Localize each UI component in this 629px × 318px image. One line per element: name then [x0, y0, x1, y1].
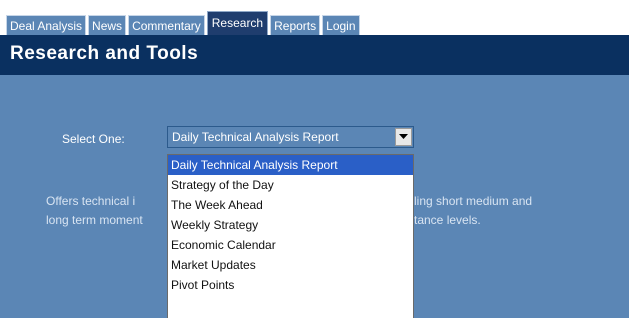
- select-value: Daily Technical Analysis Report: [172, 130, 339, 144]
- report-select[interactable]: Daily Technical Analysis Report: [167, 126, 414, 148]
- tab-login[interactable]: Login: [322, 15, 360, 35]
- option-weekly-strategy[interactable]: Weekly Strategy: [168, 215, 413, 235]
- dropdown-button[interactable]: [395, 128, 412, 146]
- dropdown-list: Daily Technical Analysis Report Strategy…: [167, 154, 414, 318]
- description-line-2-right: tance levels.: [414, 213, 481, 227]
- select-label: Select One:: [62, 132, 125, 146]
- tab-research[interactable]: Research: [206, 11, 269, 35]
- option-market-updates[interactable]: Market Updates: [168, 255, 413, 275]
- description-line-2-left: long term moment: [46, 213, 143, 227]
- tab-list: Deal Analysis News Commentary Research R…: [6, 11, 360, 35]
- tab-deal-analysis[interactable]: Deal Analysis: [6, 15, 87, 35]
- option-daily-technical-analysis-report[interactable]: Daily Technical Analysis Report: [168, 155, 413, 175]
- page-title: Research and Tools: [10, 43, 199, 64]
- description-line-1-right: ling short medium and: [414, 194, 533, 208]
- option-pivot-points[interactable]: Pivot Points: [168, 275, 413, 295]
- option-the-week-ahead[interactable]: The Week Ahead: [168, 195, 413, 215]
- option-strategy-of-the-day[interactable]: Strategy of the Day: [168, 175, 413, 195]
- tab-bar: Deal Analysis News Commentary Research R…: [0, 0, 629, 35]
- tab-news[interactable]: News: [88, 15, 127, 35]
- option-economic-calendar[interactable]: Economic Calendar: [168, 235, 413, 255]
- description-line-1-left: Offers technical i: [46, 194, 136, 208]
- page-header: Research and Tools: [0, 35, 629, 75]
- chevron-down-icon: [399, 134, 408, 139]
- tab-reports[interactable]: Reports: [270, 15, 321, 35]
- tab-commentary[interactable]: Commentary: [128, 15, 205, 35]
